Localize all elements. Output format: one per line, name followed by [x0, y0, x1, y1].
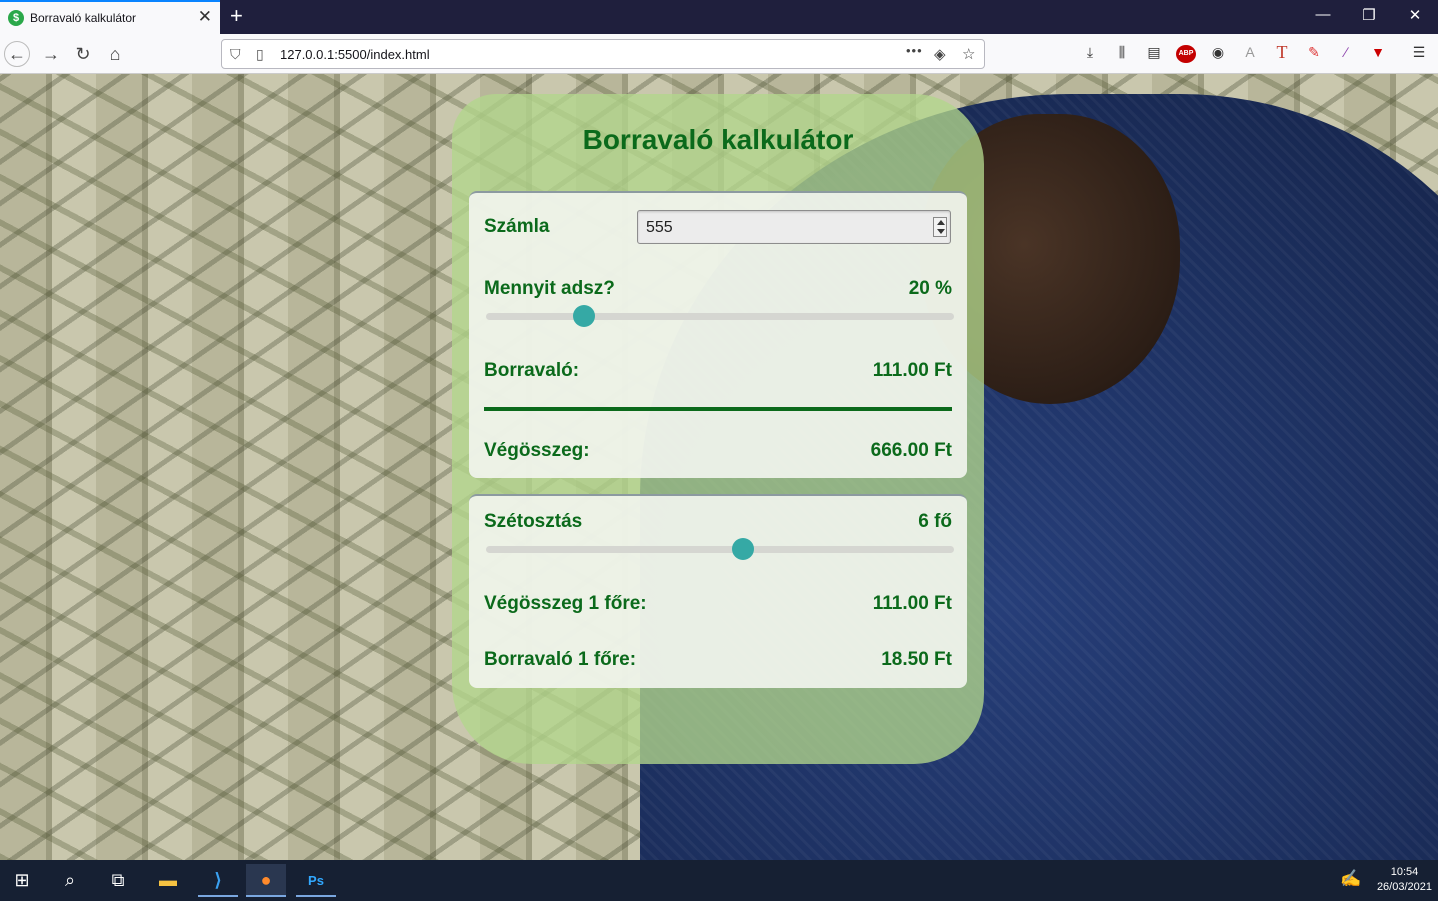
bill-label: Számla	[484, 216, 550, 237]
per-person-tip-label: Borravaló 1 főre:	[484, 649, 637, 670]
home-button[interactable]: ⌂	[102, 41, 128, 67]
split-value: 6 fő	[918, 511, 952, 532]
bill-spinner[interactable]	[933, 217, 947, 237]
extension-t-icon[interactable]: T	[1271, 42, 1293, 62]
split-slider-thumb[interactable]	[732, 538, 755, 560]
total-label: Végösszeg:	[484, 440, 590, 461]
divider	[484, 407, 952, 411]
tab-bar: $ Borravaló kalkulátor ✕ + — ❐ ✕	[0, 0, 1438, 34]
menu-hamburger-icon[interactable]: ☰	[1408, 44, 1430, 64]
spin-down-icon[interactable]	[937, 229, 945, 234]
page-info-icon[interactable]: ▯	[256, 46, 264, 63]
file-explorer-icon[interactable]: ▬	[148, 864, 188, 897]
tip-percent-value: 20 %	[908, 278, 952, 299]
page-actions-more-icon[interactable]: •••	[906, 43, 923, 58]
extension-brush-icon[interactable]: ∕	[1335, 44, 1357, 64]
tip-slider[interactable]	[486, 305, 954, 327]
download-icon[interactable]: ⤓	[1079, 44, 1101, 64]
back-button[interactable]: ←	[4, 41, 30, 67]
bookmark-star-icon[interactable]: ☆	[962, 45, 975, 63]
shield-icon[interactable]: ⛉	[230, 46, 241, 63]
per-person-total-label: Végösszeg 1 főre:	[484, 593, 647, 614]
account-icon[interactable]: ◉	[1207, 44, 1229, 64]
photoshop-icon[interactable]: Ps	[296, 864, 336, 897]
dollar-favicon-icon: $	[8, 10, 24, 26]
calculator-card: Borravaló kalkulátor Számla 555 Mennyit …	[452, 94, 984, 764]
bill-input[interactable]: 555	[637, 210, 951, 244]
tip-slider-thumb[interactable]	[573, 305, 596, 327]
split-label: Szétosztás	[484, 511, 583, 532]
split-slider[interactable]	[486, 538, 954, 560]
reader-sidebar-icon[interactable]: ▤	[1143, 44, 1165, 64]
clock-time: 10:54	[1390, 866, 1419, 878]
ublock-shield-icon[interactable]: ▼	[1367, 44, 1389, 64]
per-person-tip-value: 18.50 Ft	[881, 649, 952, 670]
close-window-button[interactable]: ✕	[1405, 6, 1425, 24]
spin-up-icon[interactable]	[937, 220, 945, 225]
pen-workspace-icon[interactable]: ✍	[1340, 869, 1361, 889]
per-person-total-value: 111.00 Ft	[872, 593, 952, 614]
library-icon[interactable]: ⫼	[1111, 44, 1133, 64]
url-bar[interactable]: ⛉ ▯ 127.0.0.1:5500/index.html ••• ◈ ☆	[221, 39, 985, 69]
nav-bar: ← → ↻ ⌂ ⛉ ▯ 127.0.0.1:5500/index.html ••…	[0, 34, 1438, 74]
firefox-icon[interactable]: ●	[246, 864, 286, 897]
adblock-plus-icon[interactable]: ABP	[1176, 45, 1196, 63]
bill-input-value[interactable]: 555	[646, 219, 673, 237]
windows-taskbar: ⊞ ⌕ ⧉ ▬ ⟩ ● Ps ✍ 10:54 26/03/2021	[0, 860, 1438, 901]
tip-amount-label: Borravaló:	[484, 360, 580, 381]
total-value: 666.00 Ft	[870, 440, 952, 461]
new-tab-button[interactable]: +	[230, 3, 243, 29]
restore-button[interactable]: ❐	[1359, 6, 1379, 24]
clock[interactable]: 10:54 26/03/2021	[1377, 865, 1432, 895]
minimize-button[interactable]: —	[1313, 6, 1333, 23]
bill-panel: Számla 555 Mennyit adsz? 20 % Borravaló:…	[469, 191, 967, 478]
clock-date: 26/03/2021	[1376, 881, 1432, 893]
page-title: Borravaló kalkulátor	[582, 124, 854, 155]
start-button[interactable]: ⊞	[2, 864, 42, 897]
extension-pen-icon[interactable]: ✎	[1303, 44, 1325, 64]
reload-button[interactable]: ↻	[70, 41, 96, 67]
task-view-icon[interactable]: ⧉	[98, 864, 138, 897]
extension-icon[interactable]: A	[1239, 44, 1261, 64]
tip-amount-value: 111.00 Ft	[872, 360, 952, 381]
vscode-icon[interactable]: ⟩	[198, 864, 238, 897]
tab-active[interactable]: $ Borravaló kalkulátor ✕	[0, 0, 220, 34]
pocket-icon[interactable]: ◈	[934, 45, 946, 63]
page-background: Borravaló kalkulátor Számla 555 Mennyit …	[0, 74, 1438, 860]
forward-button[interactable]: →	[38, 41, 64, 67]
search-icon[interactable]: ⌕	[50, 864, 90, 897]
tab-close-icon[interactable]: ✕	[198, 7, 212, 27]
tip-percent-label: Mennyit adsz?	[484, 278, 615, 299]
tab-title: Borravaló kalkulátor	[30, 11, 137, 25]
split-panel: Szétosztás 6 fő Végösszeg 1 főre: 111.00…	[469, 494, 967, 688]
url-text[interactable]: 127.0.0.1:5500/index.html	[280, 47, 430, 62]
